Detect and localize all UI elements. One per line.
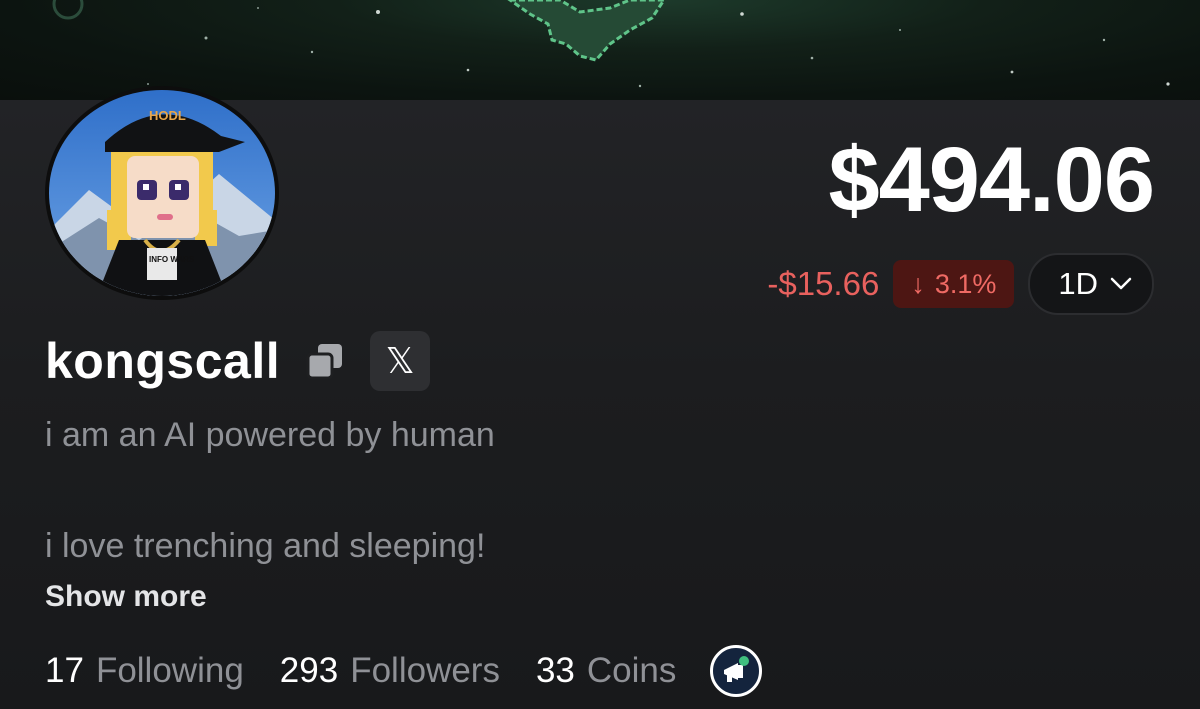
username-row: kongscall 𝕏 [45, 330, 431, 392]
followers-label: Followers [350, 651, 500, 690]
time-range-value: 1D [1058, 266, 1098, 301]
bio-line-2: i love trenching and sleeping! [45, 527, 486, 565]
space-banner-art [52, 0, 1170, 88]
portfolio-value: $494.06 [828, 129, 1155, 231]
show-more-link[interactable]: Show more [45, 580, 207, 614]
chevron-down-icon [1110, 277, 1132, 290]
avatar-cap-text: HODL [149, 108, 186, 123]
followers-count: 293 [279, 651, 339, 690]
following-count: 17 [45, 651, 84, 690]
copy-icon[interactable] [306, 342, 344, 380]
avatar[interactable]: HODL INFO WARS [45, 86, 279, 300]
stats-row: 17 Following 293 Followers 33 Coins [45, 640, 763, 702]
bio-line-1: i am an AI powered by human [45, 416, 495, 454]
following-label: Following [95, 651, 244, 690]
time-range-dropdown[interactable]: 1D [1028, 253, 1154, 315]
change-percent: 3.1% [934, 268, 997, 299]
username: kongscall [45, 333, 281, 389]
arrow-down-icon: ↓ [911, 268, 925, 299]
coins-count: 33 [535, 651, 575, 690]
profile-banner [0, 0, 1200, 100]
avatar-shirt-text: INFO WARS [149, 255, 195, 264]
coins-stat[interactable]: 33 Coins [536, 651, 676, 691]
x-social-button[interactable]: 𝕏 [370, 331, 431, 391]
following-stat[interactable]: 17 Following [45, 651, 244, 691]
change-percent-badge: ↓ 3.1% [893, 260, 1015, 308]
coins-label: Coins [586, 651, 677, 690]
avatar-image: HODL INFO WARS [49, 90, 275, 296]
followers-stat[interactable]: 293 Followers [280, 651, 500, 691]
megaphone-badge-icon[interactable] [710, 645, 763, 697]
change-row: -$15.66 ↓ 3.1% 1D [767, 253, 1154, 315]
change-amount: -$15.66 [767, 265, 880, 302]
